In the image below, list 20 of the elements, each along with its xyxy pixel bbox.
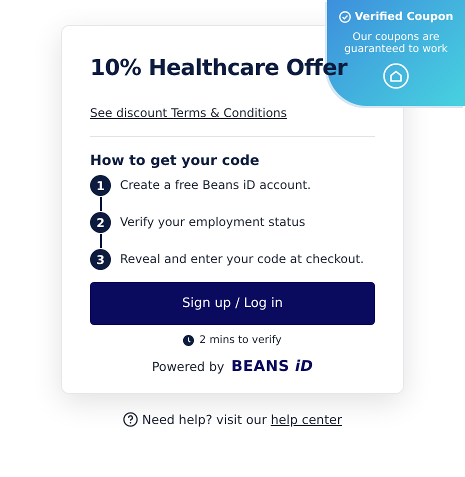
step-number: 2 — [90, 212, 111, 233]
help-icon — [123, 412, 138, 427]
house-icon — [383, 63, 409, 90]
steps-heading: How to get your code — [90, 153, 260, 169]
help-center-link[interactable]: help center — [270, 412, 342, 427]
powered-by-label: Powered by — [152, 358, 224, 374]
help-text: Need help? visit our — [142, 412, 267, 427]
beans-id-logo: BEANS iD — [231, 357, 314, 375]
step-number: 1 — [90, 175, 111, 196]
verify-time: 2 mins to verify — [199, 334, 282, 346]
sign-up-button[interactable]: Sign up / Log in — [90, 282, 375, 325]
step-text: Verify your employment status — [120, 214, 306, 231]
step-number: 3 — [90, 249, 111, 270]
step-text: Reveal and enter your code at checkout. — [120, 251, 364, 268]
check-circle-icon — [338, 10, 351, 22]
badge-text: Our coupons are guaranteed to work — [343, 31, 449, 56]
terms-link[interactable]: See discount Terms & Conditions — [90, 106, 287, 120]
badge-title: Verified Coupon — [354, 10, 454, 23]
step-text: Create a free Beans iD account. — [120, 177, 311, 194]
clock-icon — [183, 334, 194, 346]
